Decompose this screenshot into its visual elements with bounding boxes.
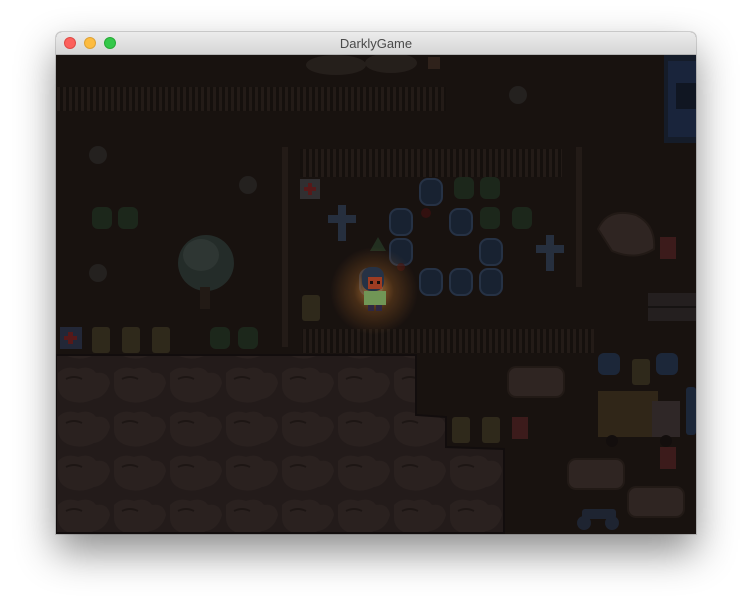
window-title: DarklyGame [339,36,413,51]
game-window: DarklyGame [56,32,696,534]
game-scene [56,55,696,534]
game-canvas[interactable] [56,55,696,534]
title-bar[interactable]: DarklyGame [56,32,696,55]
